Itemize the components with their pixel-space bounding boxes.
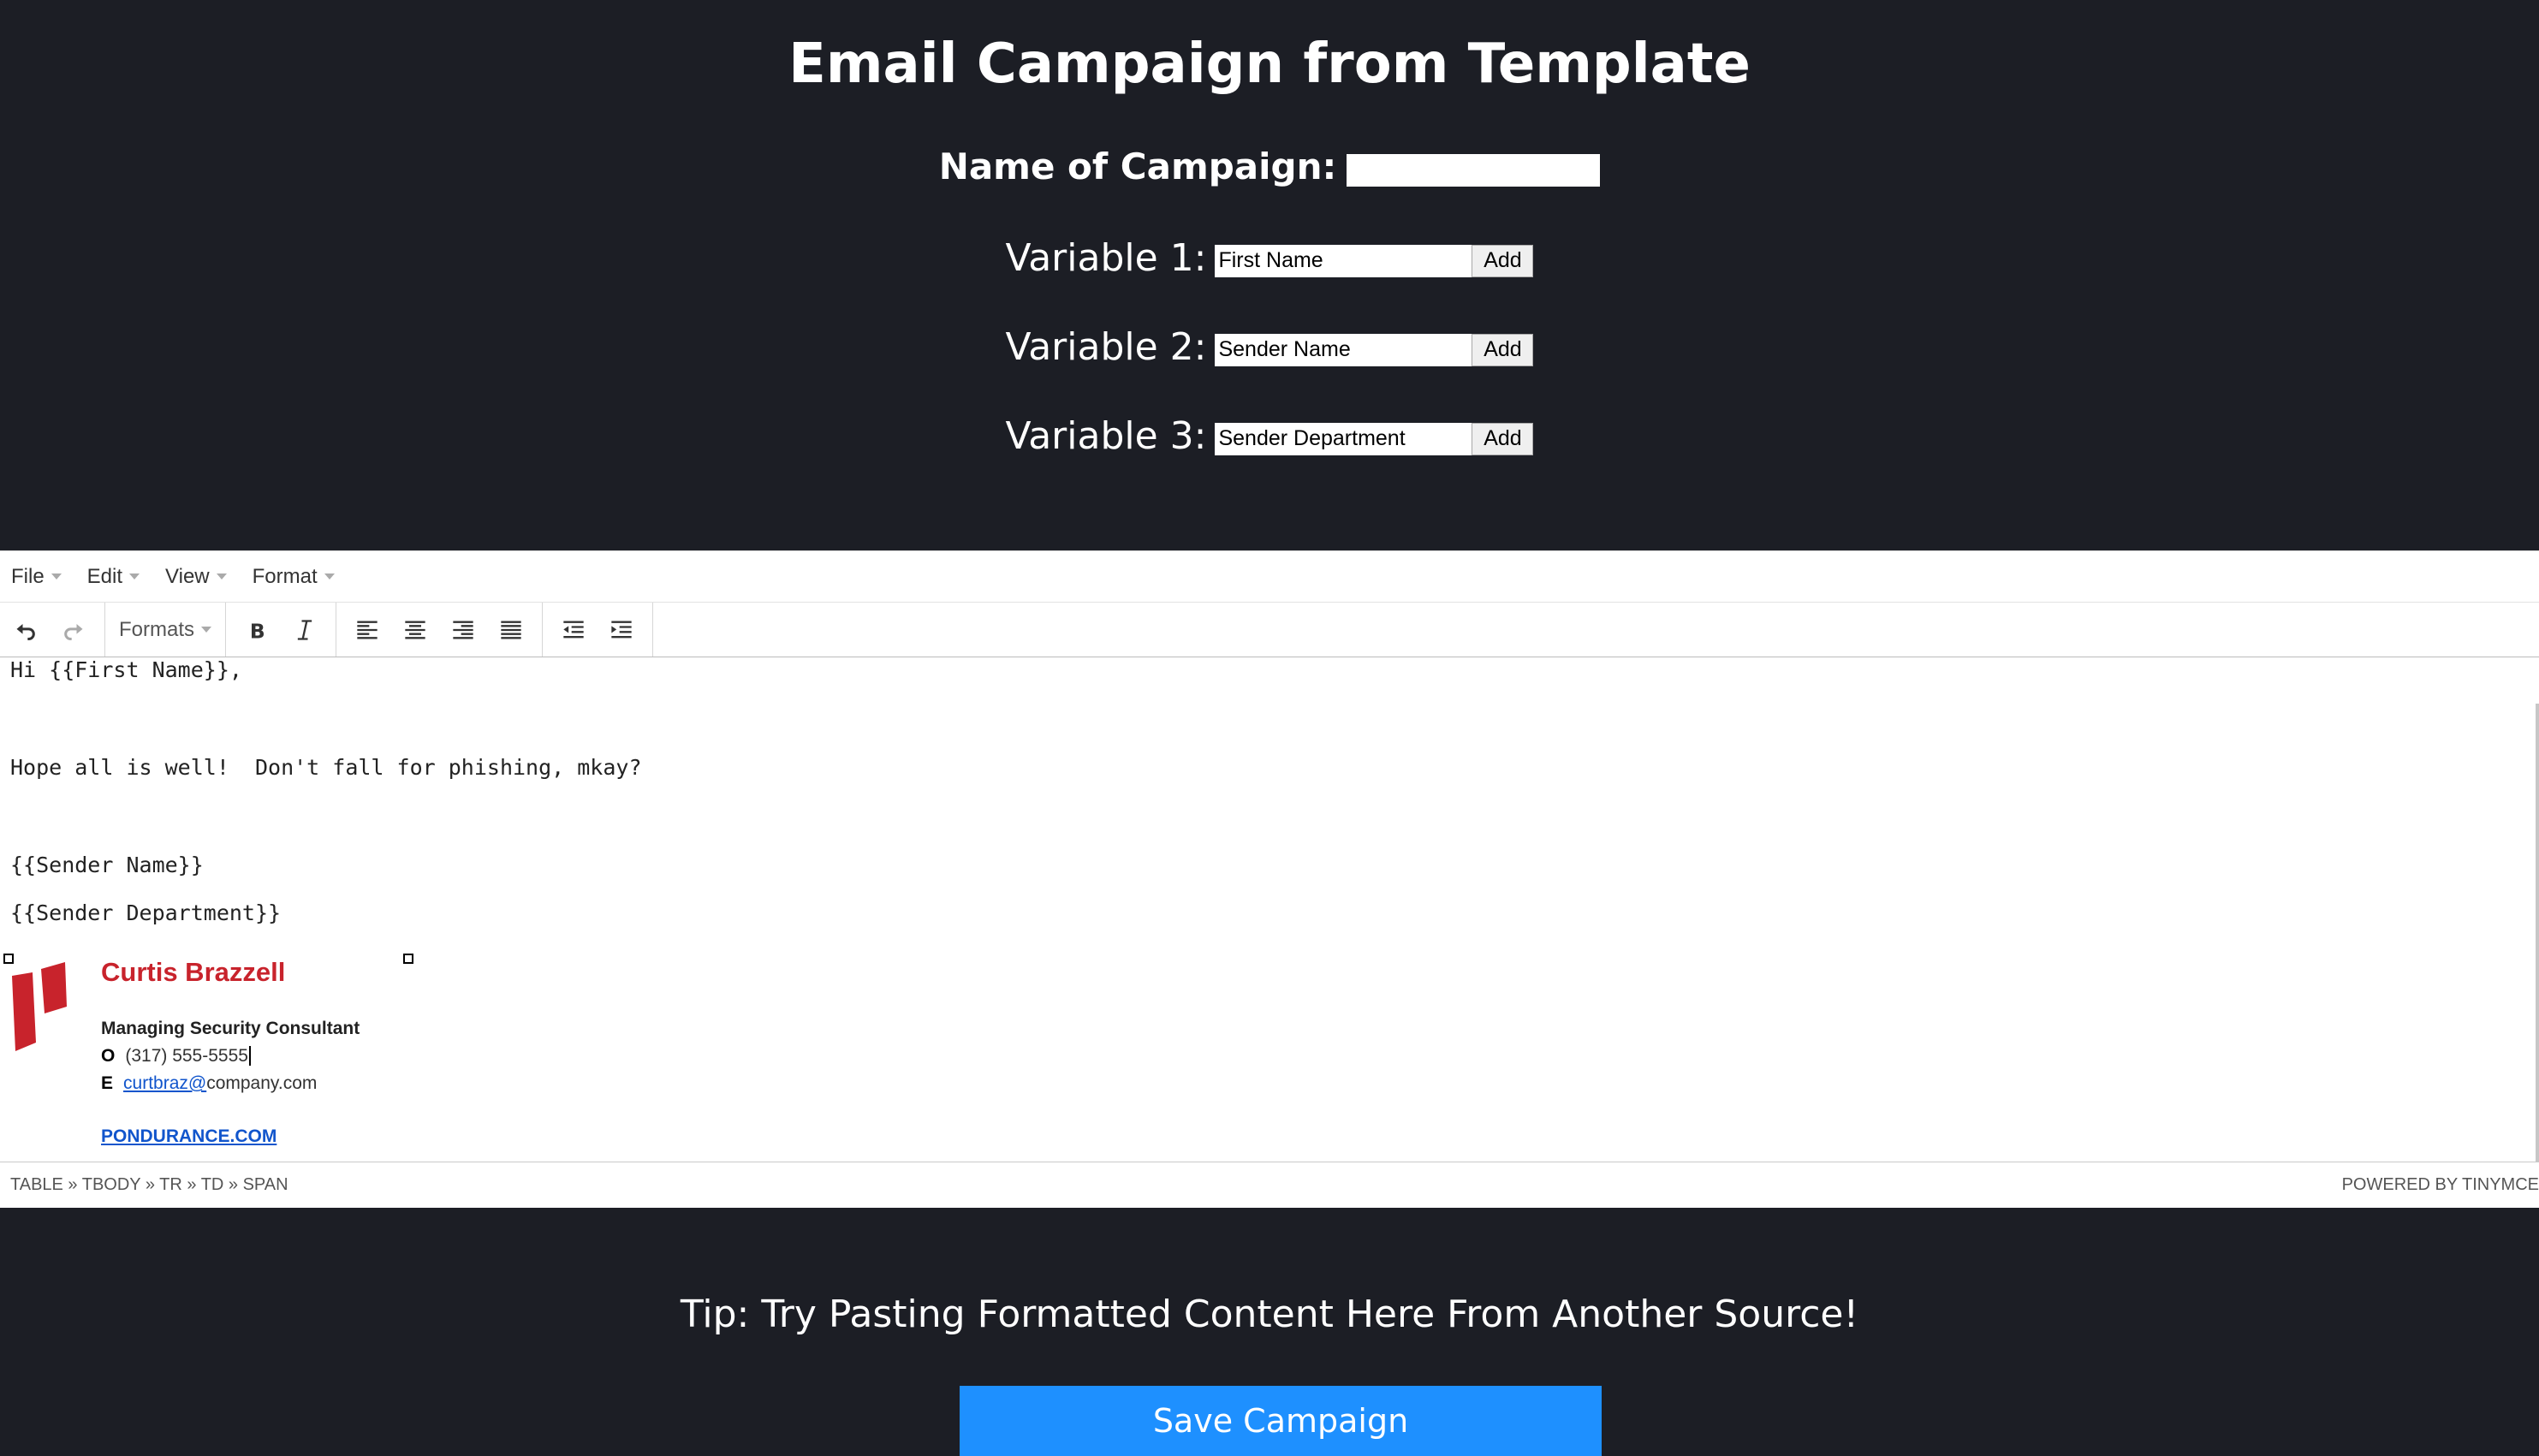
editor-toolbar: Formats B — [0, 603, 2539, 657]
align-justify-icon — [501, 621, 521, 639]
outdent-icon — [563, 621, 584, 638]
align-left-icon — [357, 621, 378, 639]
chevron-down-icon — [216, 573, 227, 579]
history-group — [0, 603, 105, 657]
content-sender-name: {{Sender Name}} — [10, 853, 204, 877]
undo-button[interactable] — [5, 609, 46, 651]
variable-2-add-button[interactable]: Add — [1472, 333, 1534, 366]
company-logo — [12, 962, 67, 1051]
website-link[interactable]: PONDURANCE.COM — [101, 1126, 276, 1147]
bold-button[interactable]: B — [236, 609, 277, 651]
italic-button[interactable] — [284, 609, 325, 651]
outdent-button[interactable] — [553, 609, 594, 651]
email-label: E — [101, 1073, 114, 1093]
variable-3-input[interactable] — [1215, 422, 1472, 455]
editor-statusbar: TABLE » TBODY » TR » TD » SPAN POWERED B… — [0, 1162, 2539, 1208]
indent-group — [543, 603, 654, 657]
variable-1-input[interactable] — [1215, 244, 1472, 277]
svg-text:B: B — [250, 619, 265, 642]
text-cursor — [248, 1046, 251, 1066]
email-link[interactable]: curtbraz@ — [123, 1073, 206, 1093]
variable-row-2: Variable 2: Add — [0, 325, 2539, 369]
undo-icon — [16, 623, 35, 640]
variable-row-3: Variable 3: Add — [0, 414, 2539, 458]
chevron-down-icon — [51, 573, 62, 579]
formats-dropdown[interactable]: Formats — [105, 618, 225, 642]
align-center-icon — [405, 621, 425, 639]
menu-edit[interactable]: Edit — [87, 565, 140, 589]
office-phone: (317) 555-5555 — [125, 1046, 248, 1066]
menu-edit-label: Edit — [86, 564, 123, 588]
menu-file[interactable]: File — [11, 565, 62, 589]
tip-text: Tip: Try Pasting Formatted Content Here … — [680, 1293, 1859, 1336]
variable-row-1: Variable 1: Add — [0, 236, 2539, 280]
email-domain: company.com — [206, 1073, 318, 1093]
signature-office-line: O (317) 555-5555 — [101, 1046, 251, 1067]
text-style-group: B — [226, 603, 337, 657]
campaign-name-row: Name of Campaign: — [0, 146, 2539, 187]
variable-1-label: Variable 1: — [1005, 236, 1207, 280]
menu-view-label: View — [165, 564, 210, 588]
variable-3-add-button[interactable]: Add — [1472, 422, 1534, 455]
align-center-button[interactable] — [395, 609, 436, 651]
menu-format-label: Format — [252, 564, 318, 588]
signature-name: Curtis Brazzell — [101, 957, 286, 987]
save-campaign-button[interactable]: Save Campaign — [960, 1386, 1602, 1456]
formats-label: Formats — [119, 617, 195, 641]
indent-button[interactable] — [601, 609, 642, 651]
variable-1-add-button[interactable]: Add — [1472, 244, 1534, 277]
variable-2-input[interactable] — [1215, 333, 1472, 366]
menu-file-label: File — [11, 564, 45, 588]
alignment-group — [336, 603, 544, 657]
editor-menubar: File Edit View Format — [0, 551, 2539, 603]
redo-icon — [64, 623, 83, 640]
variable-2-label: Variable 2: — [1005, 325, 1207, 369]
redo-button[interactable] — [53, 609, 94, 651]
element-path[interactable]: TABLE » TBODY » TR » TD » SPAN — [10, 1175, 288, 1195]
formats-group: Formats — [105, 603, 227, 657]
content-body: Hope all is well! Don't fall for phishin… — [10, 755, 642, 780]
powered-by-link[interactable]: POWERED BY TINYMCE — [2342, 1175, 2539, 1195]
bold-icon: B — [250, 619, 265, 642]
rich-text-editor: File Edit View Format Formats B Hi {{Fir… — [0, 550, 2539, 1208]
office-label: O — [101, 1046, 116, 1066]
variable-3-label: Variable 3: — [1005, 414, 1207, 458]
resize-handle[interactable] — [403, 954, 413, 964]
page-title: Email Campaign from Template — [788, 33, 1751, 96]
chevron-down-icon — [201, 627, 212, 633]
menu-format[interactable]: Format — [253, 565, 335, 589]
menu-view[interactable]: View — [165, 565, 227, 589]
chevron-down-icon — [129, 573, 140, 579]
content-sender-department: {{Sender Department}} — [10, 900, 282, 925]
italic-icon — [297, 619, 312, 640]
content-greeting: Hi {{First Name}}, — [10, 657, 242, 682]
signature-email-line: Ecurtbraz@company.com — [101, 1073, 317, 1094]
chevron-down-icon — [324, 573, 335, 579]
campaign-name-label: Name of Campaign: — [938, 146, 1337, 187]
editor-scrollbar[interactable] — [2536, 704, 2539, 1183]
editor-content-area[interactable]: Hi {{First Name}}, Hope all is well! Don… — [0, 657, 2539, 1183]
signature-title: Managing Security Consultant — [101, 1019, 360, 1038]
campaign-name-input[interactable] — [1347, 153, 1601, 187]
indent-icon — [611, 621, 632, 638]
align-right-icon — [453, 621, 473, 639]
align-left-button[interactable] — [347, 609, 388, 651]
align-right-button[interactable] — [443, 609, 484, 651]
align-justify-button[interactable] — [491, 609, 532, 651]
